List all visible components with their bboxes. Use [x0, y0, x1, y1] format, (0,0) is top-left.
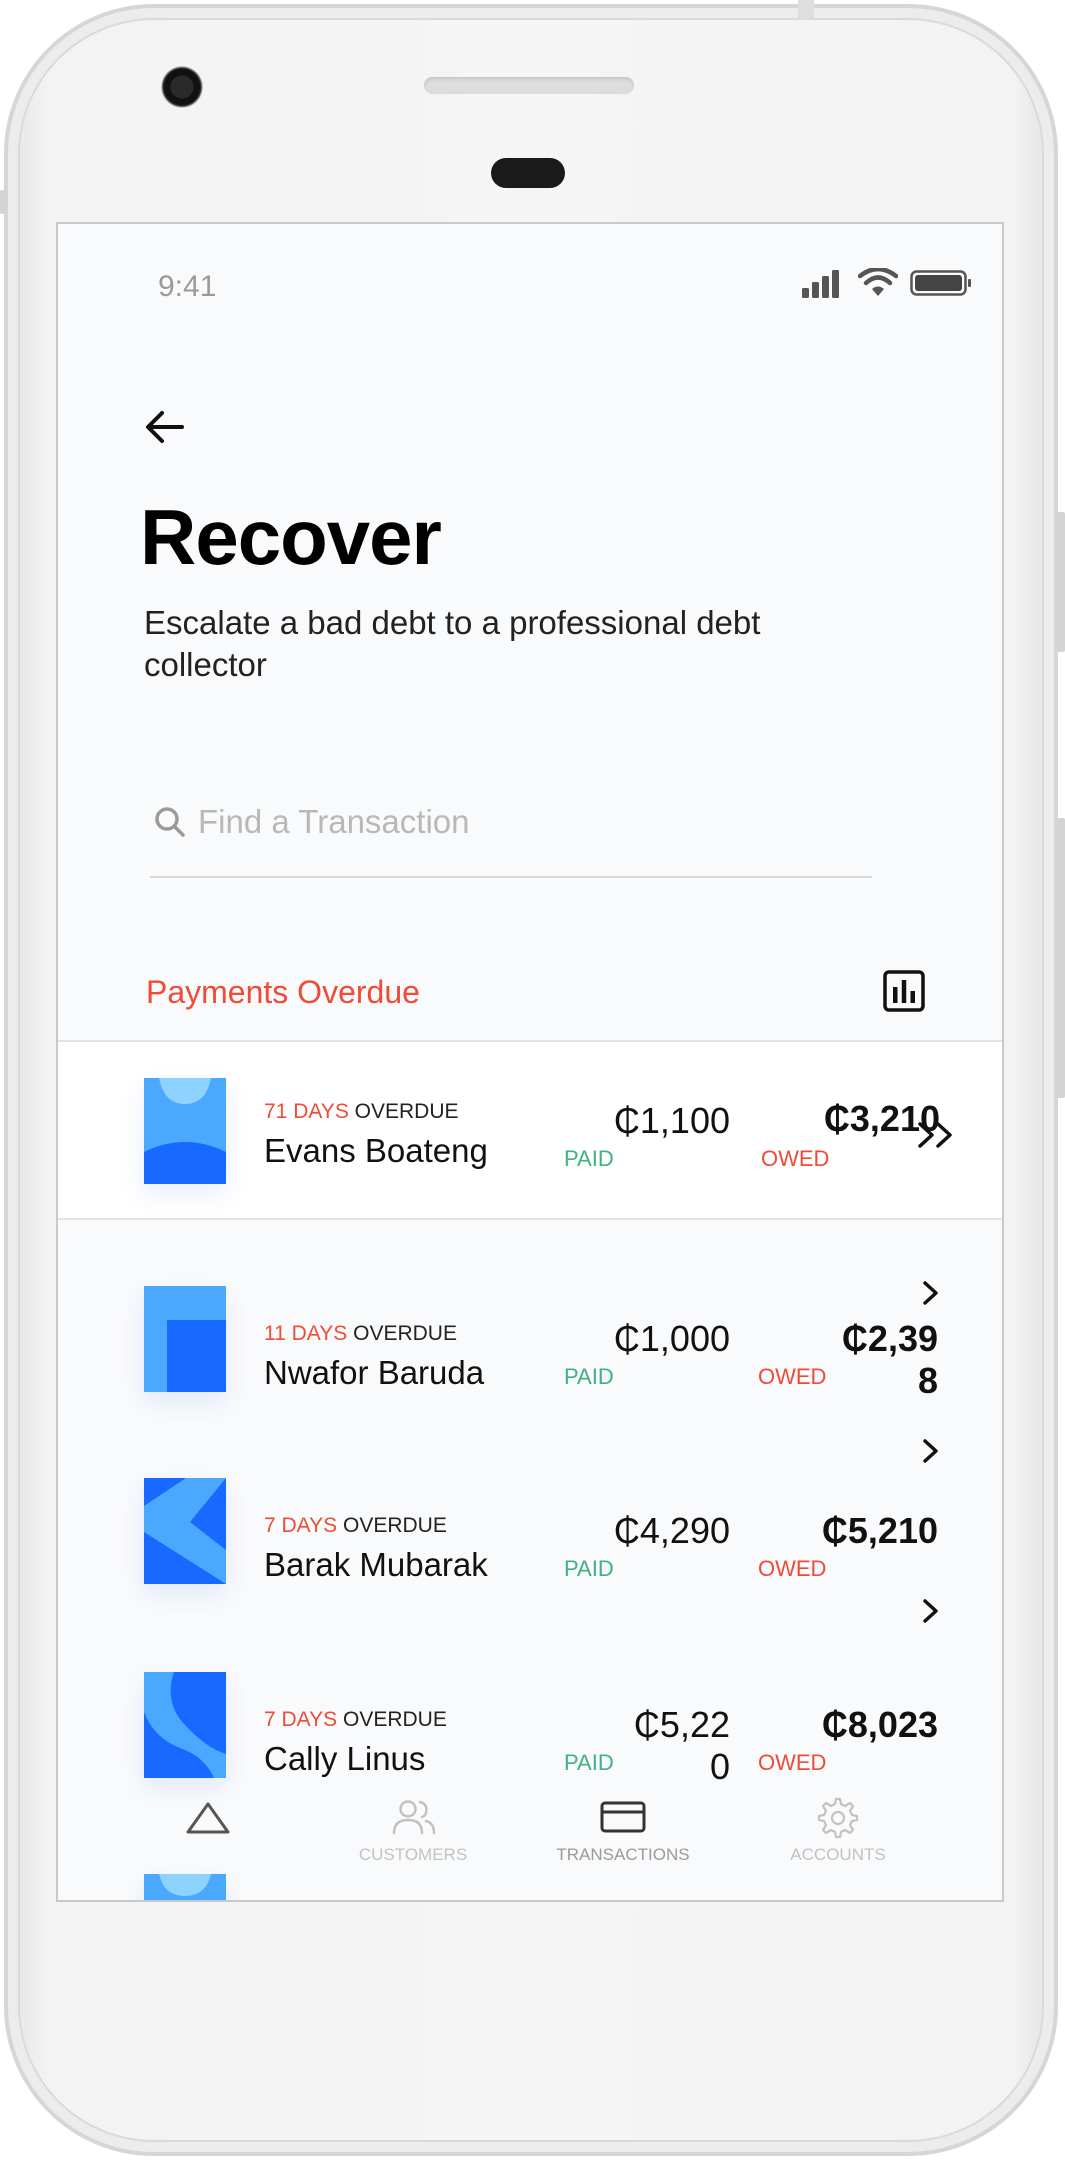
paid-label: PAID	[564, 1364, 614, 1389]
transaction-row[interactable]: 7 DAYS OVERDUE Barak Mubarak ₵4,290 PAID…	[58, 1416, 1002, 1623]
tab-label: CUSTOMERS	[358, 1845, 468, 1864]
customer-name: Nwafor Baruda	[264, 1354, 485, 1391]
overdue-days: 7 DAYS OVERDUE	[264, 1708, 447, 1731]
home-triangle-icon	[186, 1802, 230, 1834]
gear-icon	[817, 1797, 859, 1839]
status-time: 9:41	[158, 270, 217, 303]
owed-label: OWED	[758, 1556, 827, 1581]
paid-amount: ₵1,100	[613, 1100, 730, 1141]
phone-volume-button	[1057, 512, 1065, 652]
transaction-row[interactable]: 71 DAYS OVERDUE Evans Boateng ₵1,100 PAI…	[58, 1040, 1002, 1220]
tab-label: ACCOUNTS	[790, 1845, 886, 1864]
proximity-sensor	[491, 158, 565, 188]
tab-label: TRANSACTIONS	[556, 1845, 690, 1864]
battery-icon	[910, 270, 971, 296]
customer-name: Cally Linus	[264, 1740, 426, 1777]
paid-label: PAID	[564, 1556, 614, 1581]
search-icon	[155, 807, 185, 837]
section-title: Payments Overdue	[146, 974, 420, 1010]
paid-label: PAID	[564, 1750, 614, 1775]
overdue-days: 71 DAYS OVERDUE	[264, 1100, 459, 1123]
paid-amount: ₵4,290	[613, 1510, 730, 1551]
avatar	[144, 1478, 226, 1584]
owed-label: OWED	[761, 1146, 830, 1171]
front-camera	[161, 66, 203, 108]
search-underline	[150, 876, 872, 878]
avatar	[144, 1286, 226, 1392]
paid-label: PAID	[564, 1146, 614, 1171]
paid-amount: ₵1,000	[613, 1318, 730, 1359]
avatar	[144, 1078, 226, 1184]
customer-name: Barak Mubarak	[264, 1546, 488, 1583]
avatar	[144, 1672, 226, 1778]
bottom-tab-bar: CUSTOMERS TRANSACTIONS ACCOUNTS	[58, 1790, 1002, 1900]
users-icon	[392, 1800, 436, 1835]
paid-amount: ₵5,22	[633, 1704, 730, 1745]
owed-amount: ₵5,210	[821, 1510, 938, 1551]
page-subtitle: Escalate a bad debt to a professional de…	[144, 604, 761, 683]
transaction-row[interactable]: 7 DAYS OVERDUE Cally Linus ₵5,22 0 PAID …	[58, 1610, 1002, 1790]
transaction-row[interactable]: 11 DAYS OVERDUE Nwafor Baruda ₵1,000 PAI…	[58, 1224, 1002, 1463]
phone-top-notch	[798, 0, 814, 20]
back-arrow-icon[interactable]	[142, 404, 188, 450]
bar-chart-icon[interactable]	[882, 969, 926, 1013]
overdue-days: 11 DAYS OVERDUE	[264, 1322, 457, 1345]
wifi-icon	[858, 268, 898, 296]
owed-amount: ₵3,210	[823, 1098, 940, 1139]
owed-label: OWED	[758, 1364, 827, 1389]
chevron-right-icon[interactable]	[916, 1278, 946, 1308]
app-screen: 9:41 Recover Escalate a bad debt to a pr…	[56, 222, 1004, 1902]
owed-amount: ₵8,023	[821, 1704, 938, 1745]
double-chevron-right-icon[interactable]	[916, 1120, 958, 1150]
card-icon	[600, 1801, 646, 1833]
owed-amount: ₵2,39	[841, 1318, 938, 1359]
customer-name: Evans Boateng	[264, 1132, 488, 1169]
phone-power-button	[1057, 818, 1065, 1098]
phone-side-detail	[0, 190, 8, 214]
overdue-days: 7 DAYS OVERDUE	[264, 1514, 447, 1537]
page-title: Recover	[140, 493, 442, 581]
earpiece-speaker	[424, 77, 634, 94]
search-input[interactable]	[198, 792, 898, 852]
owed-label: OWED	[758, 1750, 827, 1775]
signal-icon	[802, 270, 839, 298]
